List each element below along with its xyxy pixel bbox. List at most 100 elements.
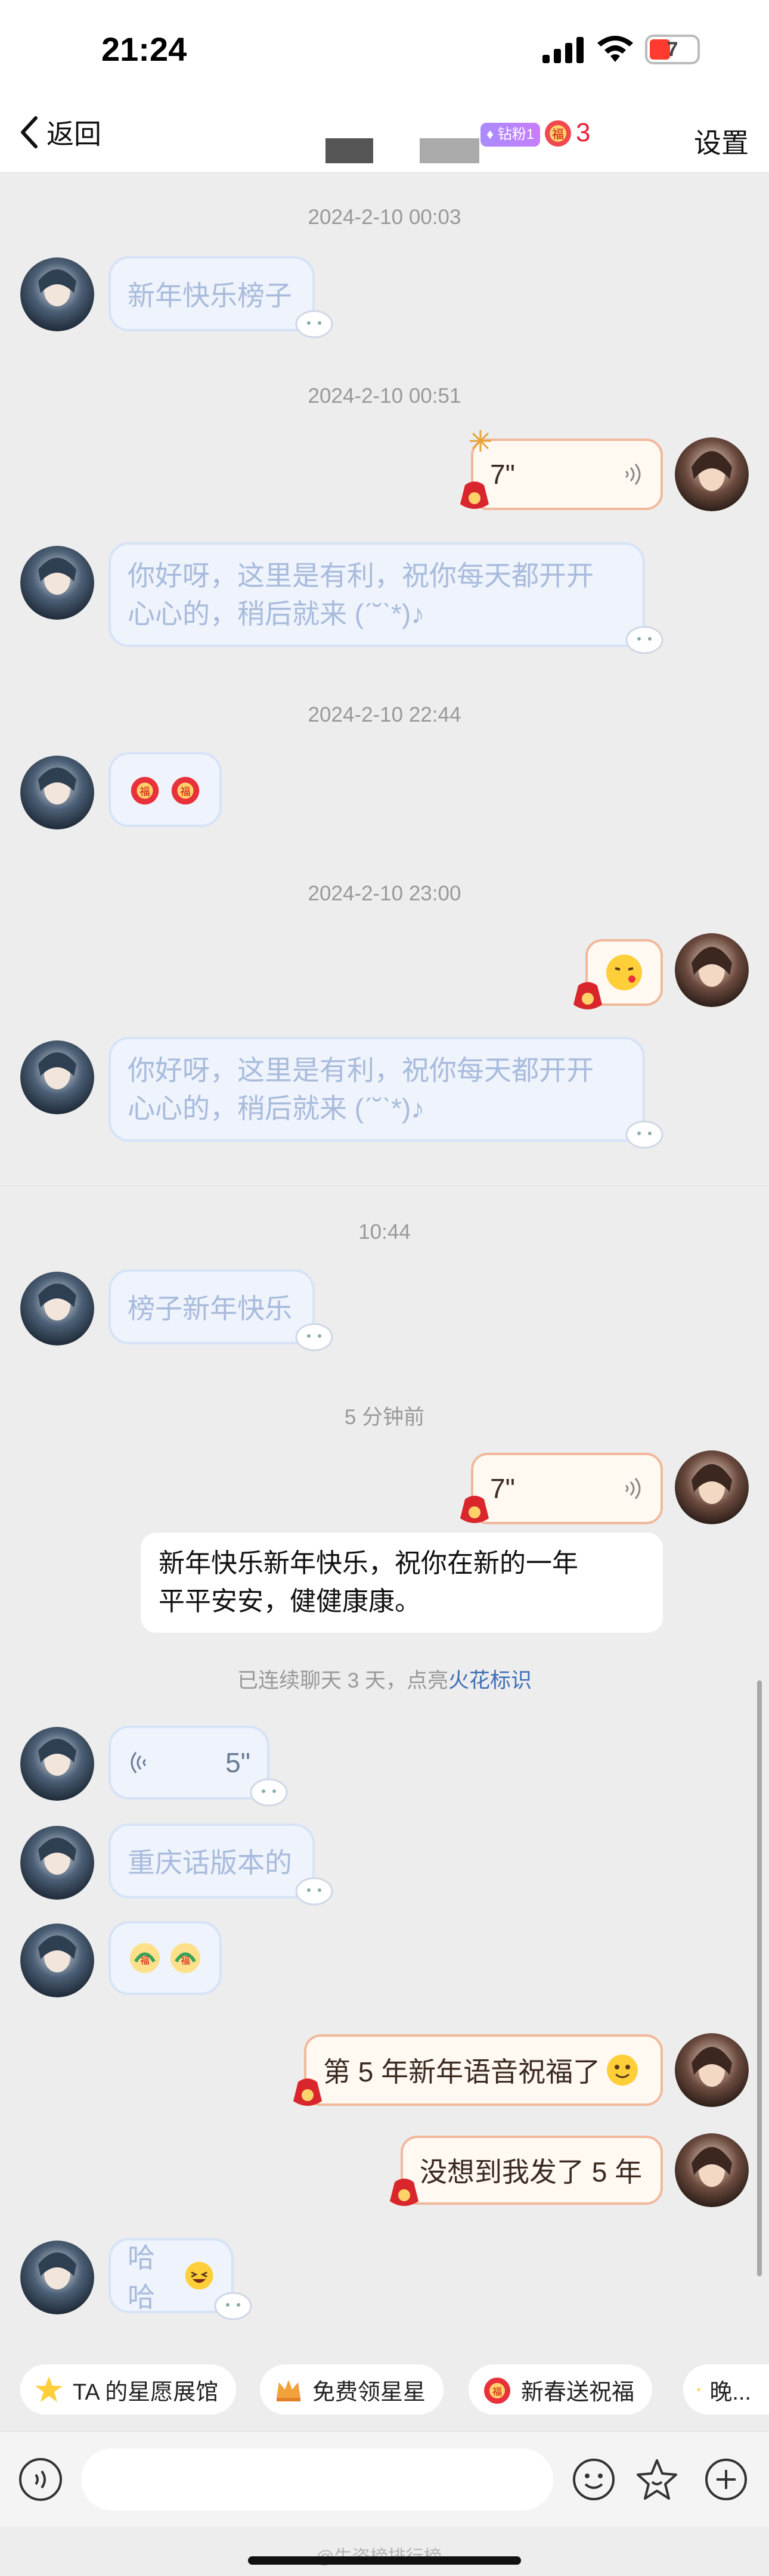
scrollbar[interactable] bbox=[757, 1680, 762, 2276]
settings-button[interactable]: 设置 bbox=[694, 122, 749, 161]
streak-text: 已连续聊天 3 天，点亮 bbox=[237, 1669, 448, 1692]
cat-sticker-icon bbox=[295, 1877, 333, 1906]
chip-free-stars[interactable]: 免费领星星 bbox=[260, 2364, 444, 2415]
cat-sticker-icon bbox=[295, 310, 333, 338]
contact-avatar[interactable] bbox=[20, 1727, 94, 1801]
chip-label: 新春送祝福 bbox=[521, 2379, 635, 2405]
message-input[interactable] bbox=[81, 2448, 553, 2510]
plus-icon[interactable] bbox=[703, 2457, 749, 2502]
contact-avatar[interactable] bbox=[20, 756, 94, 829]
lucky-bag-icon bbox=[293, 2078, 322, 2106]
fan-level-badge[interactable]: ♦ 钻粉1 bbox=[480, 123, 541, 147]
clock: 21:24 bbox=[101, 30, 187, 68]
chat-header: 返回 ♦ 钻粉1 福 3 设置 bbox=[0, 89, 769, 173]
kiss-emoji-icon bbox=[606, 955, 642, 990]
outgoing-message-bubble[interactable]: 没想到我发了 5 年 bbox=[401, 2136, 663, 2205]
lucky-bag-icon bbox=[460, 1496, 489, 1523]
battery-level: 7 bbox=[666, 38, 678, 61]
transcript-text: 平平安安，健健康康。 bbox=[159, 1587, 421, 1616]
outgoing-voice-bubble[interactable]: 7" bbox=[471, 1453, 663, 1524]
message-text: 新年快乐榜子 bbox=[128, 280, 292, 311]
spark-streak-notice: 已连续聊天 3 天，点亮火花标识 bbox=[0, 1664, 769, 1694]
message-text: 没想到我发了 5 年 bbox=[420, 2156, 643, 2187]
message-timestamp: 2024-2-10 23:00 bbox=[308, 882, 461, 905]
emoji-icon[interactable] bbox=[571, 2457, 616, 2502]
contact-avatar[interactable] bbox=[20, 1924, 94, 1997]
incoming-emoji-bubble[interactable]: 福 福 bbox=[108, 1921, 222, 1995]
cat-sticker-icon bbox=[295, 1323, 333, 1351]
incoming-emoji-bubble[interactable]: 福 福 bbox=[108, 752, 222, 827]
message-timestamp: 5 分钟前 bbox=[344, 1406, 425, 1429]
incoming-message-bubble[interactable]: 重庆话版本的 bbox=[108, 1823, 315, 1898]
transcript-text: 新年快乐新年快乐，祝你在新的一年 bbox=[159, 1549, 578, 1578]
voice-duration: 7" bbox=[490, 1473, 515, 1504]
message-text: 心心的，稍后就来 (ˊ˘ˋ*)♪ bbox=[128, 598, 425, 629]
voice-wave-icon bbox=[625, 464, 641, 485]
svg-text:福: 福 bbox=[139, 787, 150, 798]
incoming-message-bubble[interactable]: 榜子新年快乐 bbox=[108, 1269, 315, 1344]
message-text: 心心的，稍后就来 (ˊ˘ˋ*)♪ bbox=[128, 1093, 425, 1124]
voice-transcript-bubble[interactable]: 新年快乐新年快乐，祝你在新的一年 平平安安，健健康康。 bbox=[141, 1533, 663, 1633]
back-button[interactable]: 返回 bbox=[18, 114, 101, 150]
voice-wave-icon bbox=[625, 1478, 641, 1499]
incoming-message-bubble[interactable]: 你好呀，这里是有利，祝你每天都开开 心心的，稍后就来 (ˊ˘ˋ*)♪ bbox=[108, 542, 645, 647]
message-input-bar bbox=[0, 2431, 769, 2527]
wifi-icon bbox=[597, 36, 633, 62]
sticker-icon[interactable] bbox=[634, 2457, 680, 2502]
fu-icon: 福 bbox=[484, 2378, 510, 2404]
svg-text:福: 福 bbox=[181, 1956, 190, 1966]
my-avatar[interactable] bbox=[675, 437, 749, 511]
chip-label: 免费领星星 bbox=[312, 2379, 426, 2405]
message-text: 重庆话版本的 bbox=[128, 1847, 292, 1878]
fu-bag-emoji-icon: 福 bbox=[171, 776, 200, 805]
my-avatar[interactable] bbox=[675, 2033, 749, 2107]
battery-icon: 7 bbox=[645, 35, 700, 64]
my-avatar[interactable] bbox=[675, 1450, 749, 1524]
svg-text:福: 福 bbox=[140, 1956, 149, 1966]
incoming-message-bubble[interactable]: 新年快乐榜子 bbox=[108, 256, 315, 331]
lucky-bag-icon bbox=[460, 481, 489, 509]
contact-avatar[interactable] bbox=[20, 1826, 94, 1900]
message-text: 哈哈 bbox=[128, 2242, 155, 2313]
chip-label: 晚... bbox=[709, 2379, 751, 2405]
cat-sticker-icon bbox=[625, 626, 663, 654]
message-text: 第 5 年新年语音祝福了 bbox=[323, 2056, 601, 2087]
dragon-fu-emoji-icon: 福 bbox=[170, 1943, 201, 1974]
contact-avatar[interactable] bbox=[20, 546, 94, 620]
spark-link[interactable]: 火花标识 bbox=[448, 1669, 532, 1692]
message-timestamp: 2024-2-10 00:51 bbox=[308, 384, 461, 408]
svg-text:福: 福 bbox=[492, 2386, 502, 2397]
chip-more[interactable]: 晚... bbox=[683, 2364, 769, 2415]
voice-duration: 7" bbox=[490, 459, 515, 490]
cat-sticker-icon bbox=[214, 2292, 252, 2320]
fan-level-label: 钻粉1 bbox=[497, 126, 535, 142]
status-bar: 21:24 7 bbox=[0, 0, 769, 89]
fu-fire-icon[interactable]: 福 bbox=[542, 117, 573, 148]
home-indicator[interactable] bbox=[248, 2556, 521, 2565]
incoming-voice-bubble[interactable]: 5" bbox=[108, 1726, 269, 1800]
cat-sticker-icon bbox=[250, 1778, 288, 1807]
party-emoji-icon bbox=[607, 2055, 638, 2086]
contact-avatar[interactable] bbox=[20, 2241, 94, 2314]
star-icon bbox=[35, 2376, 63, 2402]
voice-input-icon[interactable] bbox=[18, 2457, 63, 2502]
contact-avatar[interactable] bbox=[20, 257, 94, 331]
chip-new-year-blessing[interactable]: 福 新春送祝福 bbox=[469, 2364, 653, 2415]
outgoing-message-bubble[interactable]: 第 5 年新年语音祝福了 bbox=[304, 2034, 663, 2106]
chip-label: TA 的星愿展馆 bbox=[73, 2379, 219, 2405]
message-timestamp: 2024-2-10 00:03 bbox=[308, 206, 461, 229]
my-avatar[interactable] bbox=[675, 2133, 749, 2207]
cellular-signal-icon bbox=[542, 37, 584, 63]
incoming-message-bubble[interactable]: 你好呀，这里是有利，祝你每天都开开 心心的，稍后就来 (ˊ˘ˋ*)♪ bbox=[108, 1037, 645, 1142]
message-text: 你好呀，这里是有利，祝你每天都开开 bbox=[128, 560, 594, 591]
redacted-nickname bbox=[325, 138, 373, 163]
outgoing-voice-bubble[interactable]: 7" bbox=[471, 439, 663, 510]
message-text: 榜子新年快乐 bbox=[128, 1293, 292, 1324]
back-label: 返回 bbox=[46, 119, 101, 150]
my-avatar[interactable] bbox=[675, 933, 749, 1007]
chip-star-exhibition[interactable]: TA 的星愿展馆 bbox=[20, 2364, 237, 2415]
contact-avatar[interactable] bbox=[20, 1272, 94, 1346]
contact-avatar[interactable] bbox=[20, 1040, 94, 1114]
voice-wave-icon bbox=[131, 1752, 147, 1773]
svg-text:福: 福 bbox=[552, 127, 564, 141]
